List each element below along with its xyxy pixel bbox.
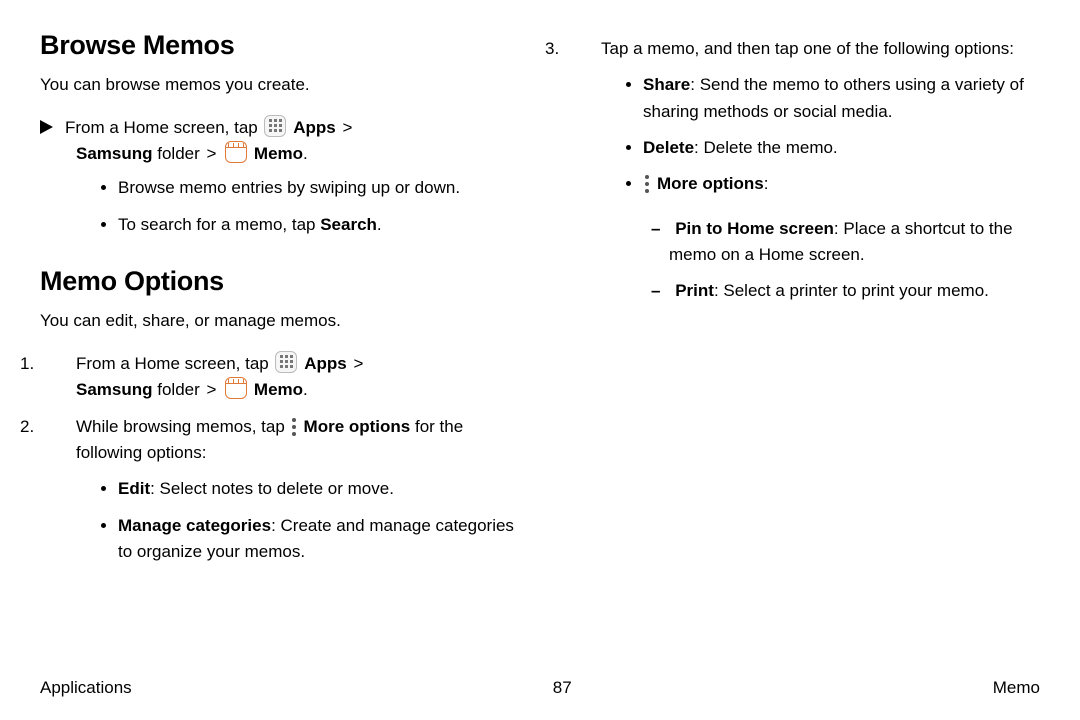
browse-path-step: From a Home screen, tap Apps > Samsung f… bbox=[40, 115, 515, 168]
bullet-more-options: More options: bbox=[643, 171, 1040, 197]
more-options-icon bbox=[292, 418, 298, 436]
more-options-label: More options bbox=[304, 417, 411, 436]
apps-label: Apps bbox=[293, 118, 336, 137]
left-column: Browse Memos You can browse memos you cr… bbox=[40, 30, 515, 583]
bullet-browse-entries: Browse memo entries by swiping up or dow… bbox=[118, 175, 515, 201]
more-options-colon: : bbox=[764, 174, 769, 193]
folder-word: folder bbox=[153, 380, 205, 399]
chevron-icon: > bbox=[342, 118, 352, 137]
step-number: 3. bbox=[573, 36, 595, 62]
page-footer: Applications 87 Memo bbox=[40, 678, 1040, 698]
path-pretext: From a Home screen, tap bbox=[65, 118, 262, 137]
step-1: 1. From a Home screen, tap Apps > Samsung… bbox=[40, 351, 515, 404]
chevron-icon: > bbox=[353, 354, 363, 373]
memo-icon bbox=[225, 141, 247, 163]
period: . bbox=[303, 144, 308, 163]
print-bold: Print bbox=[675, 281, 714, 300]
step1-pretext: From a Home screen, tap bbox=[76, 354, 273, 373]
pin-bold: Pin to Home screen bbox=[675, 219, 834, 238]
step-3: 3. Tap a memo, and then tap one of the fo… bbox=[565, 36, 1040, 62]
page-columns: Browse Memos You can browse memos you cr… bbox=[40, 30, 1040, 583]
chevron-icon: > bbox=[207, 380, 217, 399]
bullet-manage-categories: Manage categories: Create and manage cat… bbox=[118, 513, 515, 566]
step2-pretext: While browsing memos, tap bbox=[76, 417, 290, 436]
delete-text: : Delete the memo. bbox=[694, 138, 838, 157]
bullet-search-memo: To search for a memo, tap Search. bbox=[118, 212, 515, 238]
print-text: : Select a printer to print your memo. bbox=[714, 281, 989, 300]
footer-section: Applications bbox=[40, 678, 132, 698]
bullet-edit: Edit: Select notes to delete or move. bbox=[118, 476, 515, 502]
dash-pin-home: Pin to Home screen: Place a shortcut to … bbox=[669, 216, 1040, 269]
options-intro: You can edit, share, or manage memos. bbox=[40, 309, 515, 333]
browse-sub-bullets: Browse memo entries by swiping up or dow… bbox=[40, 175, 515, 238]
memo-label: Memo bbox=[254, 380, 303, 399]
period: . bbox=[303, 380, 308, 399]
share-bold: Share bbox=[643, 75, 690, 94]
mc-bold: Manage categories bbox=[118, 516, 271, 535]
footer-page-number: 87 bbox=[553, 678, 572, 698]
period: . bbox=[377, 215, 382, 234]
heading-browse-memos: Browse Memos bbox=[40, 30, 515, 61]
share-text: : Send the memo to others using a variet… bbox=[643, 75, 1024, 120]
samsung-label: Samsung bbox=[76, 144, 153, 163]
delete-bold: Delete bbox=[643, 138, 694, 157]
more-options-dash-list: Pin to Home screen: Place a shortcut to … bbox=[565, 216, 1040, 305]
bullet-delete: Delete: Delete the memo. bbox=[643, 135, 1040, 161]
step2-sub-bullets: Edit: Select notes to delete or move. Ma… bbox=[40, 476, 515, 565]
edit-bold: Edit bbox=[118, 479, 150, 498]
apps-icon bbox=[264, 115, 286, 137]
apps-label: Apps bbox=[304, 354, 347, 373]
chevron-icon: > bbox=[207, 144, 217, 163]
browse-intro: You can browse memos you create. bbox=[40, 73, 515, 97]
heading-memo-options: Memo Options bbox=[40, 266, 515, 297]
bullet-share: Share: Send the memo to others using a v… bbox=[643, 72, 1040, 125]
memo-icon bbox=[225, 377, 247, 399]
more-options-bold: More options bbox=[657, 174, 764, 193]
folder-word: folder bbox=[153, 144, 205, 163]
step-number: 2. bbox=[48, 414, 70, 440]
more-options-icon bbox=[645, 175, 651, 193]
right-column: 3. Tap a memo, and then tap one of the fo… bbox=[565, 30, 1040, 583]
dash-print: Print: Select a printer to print your me… bbox=[669, 278, 1040, 304]
step3-sub-bullets: Share: Send the memo to others using a v… bbox=[565, 72, 1040, 197]
search-pretext: To search for a memo, tap bbox=[118, 215, 320, 234]
memo-label: Memo bbox=[254, 144, 303, 163]
edit-text: : Select notes to delete or move. bbox=[150, 479, 394, 498]
step3-text: Tap a memo, and then tap one of the foll… bbox=[601, 39, 1014, 58]
samsung-label: Samsung bbox=[76, 380, 153, 399]
footer-topic: Memo bbox=[993, 678, 1040, 698]
apps-icon bbox=[275, 351, 297, 373]
play-marker-icon bbox=[40, 120, 53, 134]
step-2: 2. While browsing memos, tap More options… bbox=[40, 414, 515, 467]
step-number: 1. bbox=[48, 351, 70, 377]
search-bold: Search bbox=[320, 215, 377, 234]
